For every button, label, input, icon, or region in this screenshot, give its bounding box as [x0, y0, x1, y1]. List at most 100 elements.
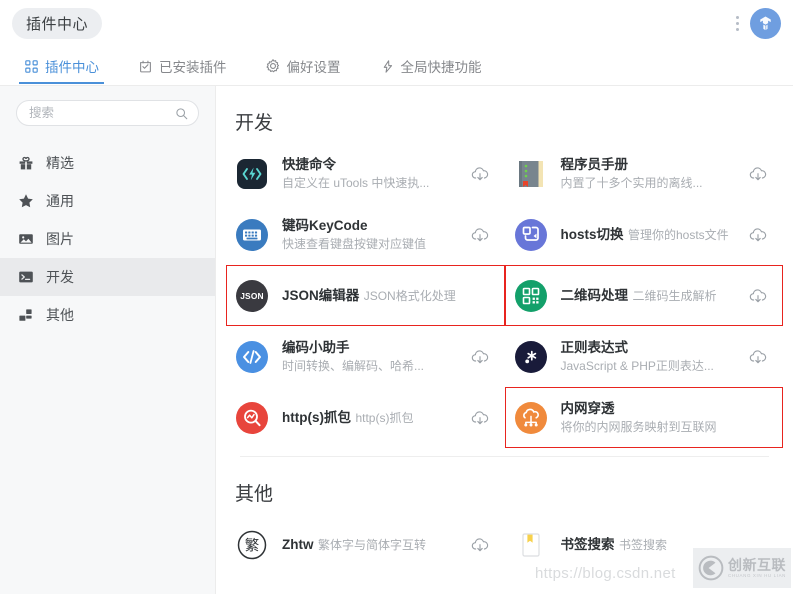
more-vertical-icon[interactable]: [734, 12, 741, 35]
search-input[interactable]: [27, 105, 175, 121]
qrcode-icon: [514, 279, 548, 313]
hosts-switch-icon: [514, 218, 548, 252]
plugin-card[interactable]: 正则表达式 JavaScript & PHP正则表达...: [505, 326, 784, 387]
search-icon[interactable]: [175, 107, 188, 120]
plugin-card[interactable]: 键码KeyCode 快速查看键盘按键对应键值: [226, 204, 505, 265]
cloud-download-icon[interactable]: [747, 346, 769, 368]
blocks-icon: [17, 307, 34, 324]
app-title-pill: 插件中心: [12, 8, 103, 39]
plugin-desc: 时间转换、编解码、哈希...: [282, 358, 425, 373]
bookmark-icon: [514, 528, 548, 562]
tab-label: 偏好设置: [286, 60, 341, 75]
plugin-desc: 将你的内网服务映射到互联网: [560, 419, 717, 434]
plugin-desc: 自定义在 uTools 中快速执...: [282, 175, 430, 190]
cloud-download-icon[interactable]: [747, 224, 769, 246]
keyboard-icon: [235, 218, 269, 252]
plugin-card-highlighted[interactable]: 内网穿透 将你的内网服务映射到互联网: [504, 387, 783, 448]
cloud-download-icon[interactable]: [469, 224, 491, 246]
tab-installed-plugins[interactable]: 已安装插件: [127, 48, 238, 84]
sidebar-item-label: 开发: [46, 269, 74, 285]
image-icon: [17, 231, 34, 248]
app-title-text: 插件中心: [26, 16, 89, 33]
checklist-box-icon: [138, 59, 153, 74]
plugin-card[interactable]: 编码小助手 时间转换、编解码、哈希...: [226, 326, 505, 387]
svg-text:JSON: JSON: [240, 291, 264, 301]
tab-label: 全局快捷功能: [400, 60, 482, 75]
plugin-desc: 繁体字与简体字互转: [317, 537, 426, 552]
plugin-card-highlighted[interactable]: JSON JSON编辑器 JSON格式化处理: [226, 265, 505, 326]
plugin-desc: 管理你的hosts文件: [627, 227, 729, 242]
tab-preferences[interactable]: 偏好设置: [255, 48, 352, 84]
plugin-card[interactable]: 繁 Zhtw 繁体字与简体字互转: [226, 514, 505, 575]
plugin-card-highlighted[interactable]: 二维码处理 二维码生成解析: [504, 265, 783, 326]
plugin-desc: 内置了十多个实用的离线...: [560, 175, 703, 190]
network-tunnel-icon: [514, 401, 548, 435]
plugin-grid-others: 繁 Zhtw 繁体字与简体字互转 书签搜索 书签搜索: [216, 514, 793, 575]
sidebar-item-development[interactable]: 开发: [0, 258, 215, 296]
sidebar-item-label: 通用: [46, 193, 74, 209]
plugin-name: 正则表达式: [560, 339, 629, 355]
plugin-name: 编码小助手: [282, 339, 350, 355]
plugin-name: http(s)抓包: [282, 409, 351, 425]
packet-capture-icon: [235, 401, 269, 435]
tab-plugin-center[interactable]: 插件中心: [13, 48, 110, 84]
plugin-name: hosts切换: [560, 226, 624, 242]
json-icon: JSON: [235, 279, 269, 313]
search-box[interactable]: [16, 100, 199, 126]
utools-logo-icon[interactable]: [750, 8, 781, 39]
sidebar-item-general[interactable]: 通用: [0, 182, 215, 220]
plugin-text: Zhtw 繁体字与简体字互转: [282, 536, 461, 554]
code-bolt-icon: [235, 157, 269, 191]
plugin-name: 键码KeyCode: [282, 217, 368, 233]
sidebar-item-others[interactable]: 其他: [0, 296, 215, 334]
traditional-chinese-icon: 繁: [235, 528, 269, 562]
regex-star-icon: [514, 340, 548, 374]
sidebar-item-featured[interactable]: 精选: [0, 144, 215, 182]
plugin-name: 二维码处理: [560, 287, 629, 303]
plugin-text: 编码小助手 时间转换、编解码、哈希...: [282, 339, 461, 375]
plugin-card[interactable]: http(s)抓包 http(s)抓包: [226, 387, 505, 448]
sidebar-item-images[interactable]: 图片: [0, 220, 215, 258]
plugin-card[interactable]: hosts切换 管理你的hosts文件: [505, 204, 784, 265]
title-bar-actions: [734, 8, 781, 39]
cloud-download-icon[interactable]: [469, 163, 491, 185]
plugin-text: 二维码处理 二维码生成解析: [561, 287, 740, 305]
plugin-card[interactable]: 程序员手册 内置了十多个实用的离线...: [505, 143, 784, 204]
star-icon: [17, 193, 34, 210]
cloud-download-icon[interactable]: [747, 285, 769, 307]
plugin-text: 快捷命令 自定义在 uTools 中快速执...: [282, 156, 461, 192]
gift-icon: [17, 155, 34, 172]
code-brackets-icon: [235, 340, 269, 374]
plugin-desc: 快速查看键盘按键对应键值: [282, 236, 427, 251]
cloud-download-icon[interactable]: [747, 163, 769, 185]
plugin-text: hosts切换 管理你的hosts文件: [561, 226, 740, 244]
plugin-text: 书签搜索 书签搜索: [561, 536, 740, 554]
plugin-text: http(s)抓包 http(s)抓包: [282, 409, 461, 427]
cloud-download-icon[interactable]: [469, 534, 491, 556]
plugin-name: JSON编辑器: [282, 287, 360, 303]
sidebar: 精选 通用 图片: [0, 86, 216, 594]
cloud-download-icon[interactable]: [469, 346, 491, 368]
plugin-desc: http(s)抓包: [355, 410, 414, 425]
plugin-text: 程序员手册 内置了十多个实用的离线...: [561, 156, 740, 192]
plugin-name: 快捷命令: [282, 156, 336, 172]
plugin-card[interactable]: 书签搜索 书签搜索: [505, 514, 784, 575]
plugin-name: 程序员手册: [560, 156, 629, 172]
title-bar: 插件中心: [0, 0, 793, 48]
plugin-text: 内网穿透 将你的内网服务映射到互联网: [561, 400, 740, 436]
tab-global-shortcuts[interactable]: 全局快捷功能: [369, 48, 493, 84]
plugin-card[interactable]: 快捷命令 自定义在 uTools 中快速执...: [226, 143, 505, 204]
body-container: 精选 通用 图片: [0, 86, 793, 594]
plugin-name: 书签搜索: [560, 536, 615, 552]
plugin-text: 正则表达式 JavaScript & PHP正则表达...: [561, 339, 740, 375]
plugin-desc: JSON格式化处理: [363, 288, 456, 303]
main-tab-bar: 插件中心 已安装插件 偏好设置 全局快捷功能: [0, 48, 793, 86]
grid-apps-icon: [24, 59, 39, 74]
cloud-download-icon[interactable]: [469, 407, 491, 429]
plugin-name: Zhtw: [282, 536, 314, 552]
plugin-desc: 书签搜索: [618, 537, 667, 552]
plugin-text: 键码KeyCode 快速查看键盘按键对应键值: [282, 217, 461, 253]
gear-icon: [266, 59, 281, 74]
section-heading: 开发: [235, 113, 274, 134]
plugin-list-panel[interactable]: 开发 快捷命令 自定义在 uTools 中快速执... 程序员手册 内置了十多个…: [216, 86, 793, 594]
